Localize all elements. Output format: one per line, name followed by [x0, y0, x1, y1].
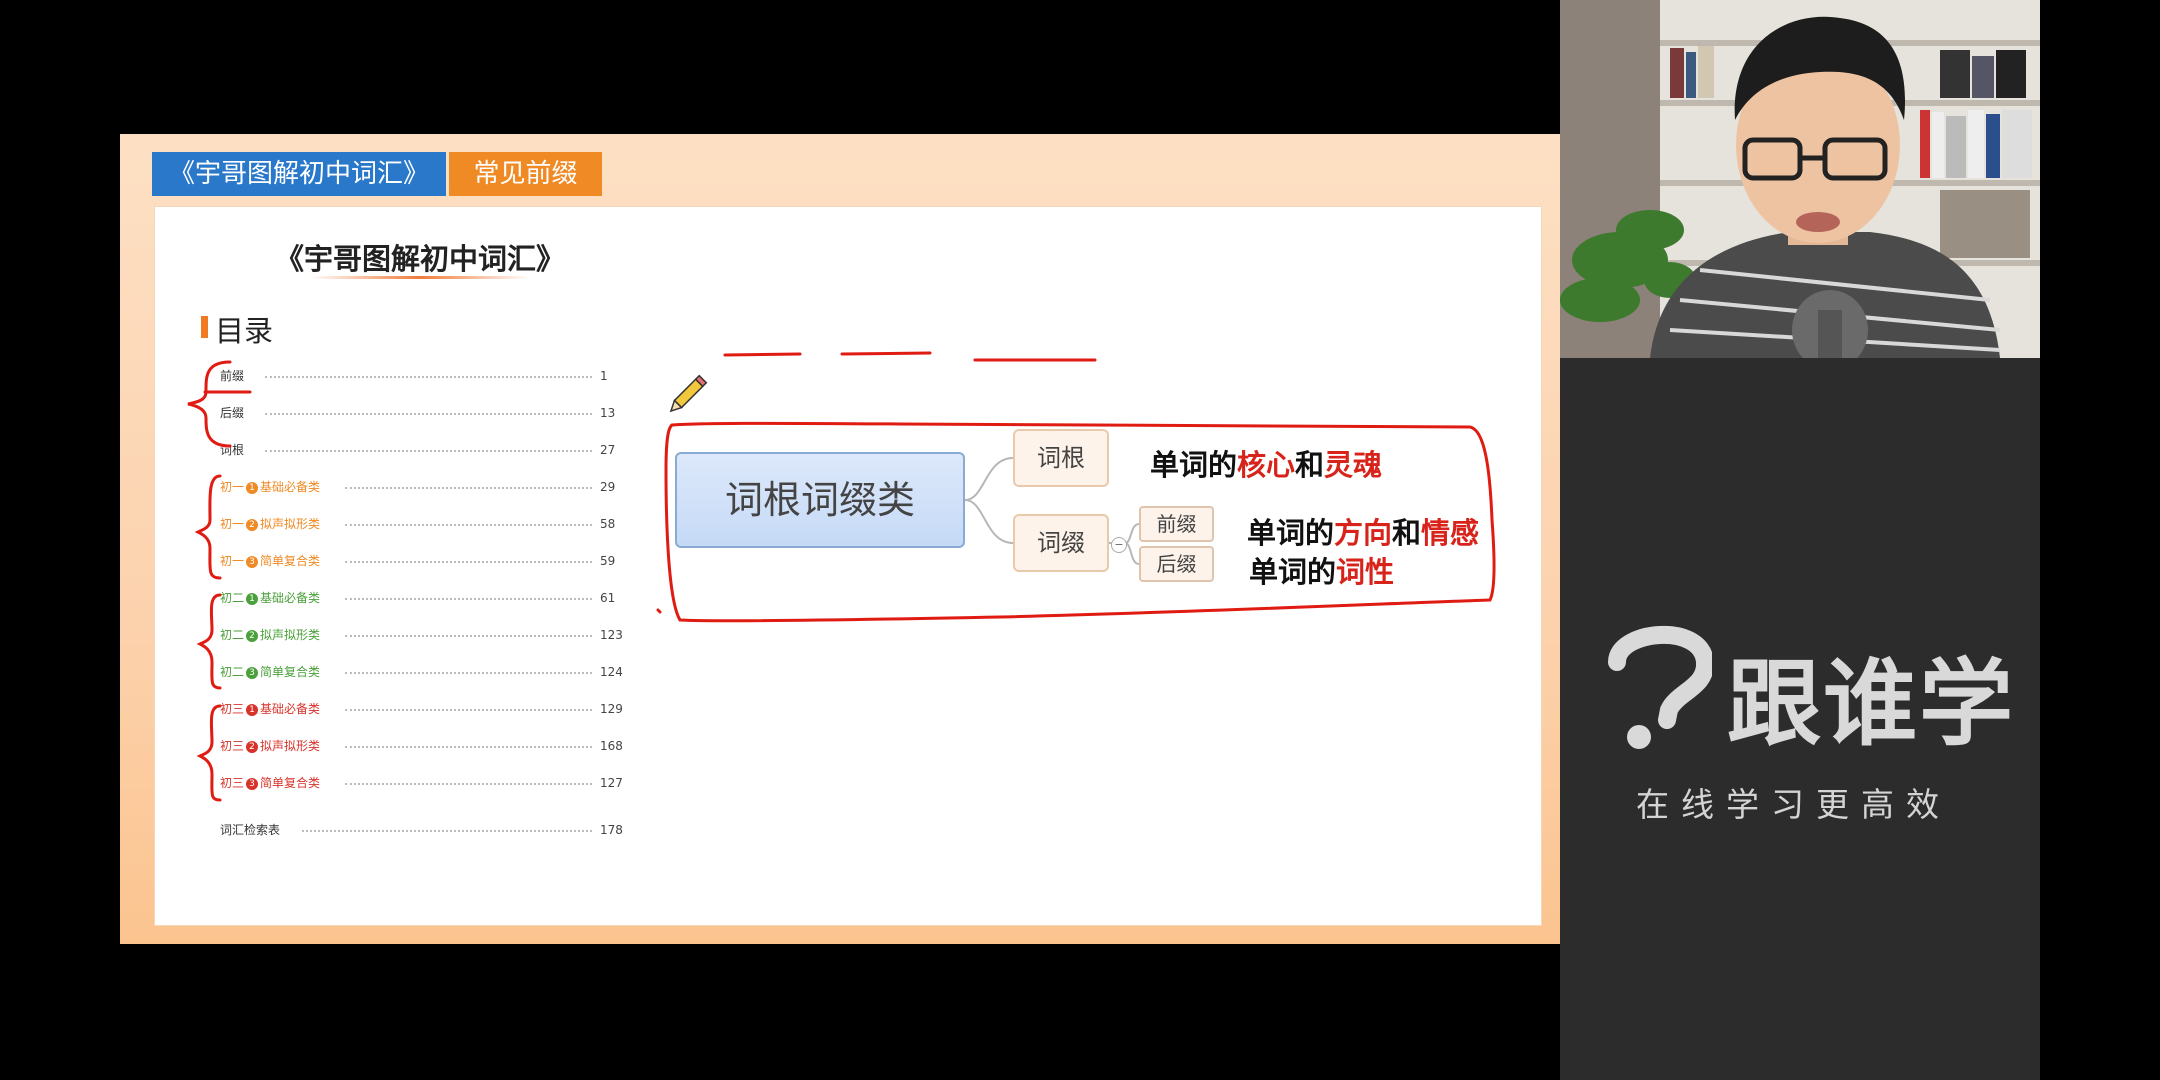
blank-line-2 [840, 351, 932, 356]
brace-grade3 [196, 704, 222, 802]
root-desc-part1: 单词的 [1150, 448, 1238, 482]
suffix-description: 单词的词性 [1249, 549, 1394, 591]
prefix-desc-highlight2: 情感 [1421, 516, 1480, 550]
prefix-desc-part1: 单词的 [1247, 516, 1335, 550]
brand-question-mark-icon [1608, 625, 1712, 749]
mindmap-suffix-node: 后缀 [1139, 546, 1214, 582]
root-desc-highlight2: 灵魂 [1324, 448, 1383, 482]
mindmap-main-node: 词根词缀类 [675, 452, 965, 548]
suffix-desc-part1: 单词的 [1249, 555, 1337, 589]
blank-line-1 [723, 352, 802, 357]
connector-main-root [964, 457, 1014, 501]
collapse-toggle[interactable]: − [1111, 537, 1127, 553]
prefix-description: 单词的方向和情感 [1247, 510, 1479, 552]
connector-main-affix [964, 499, 1014, 544]
connector-dot-prefix [1124, 523, 1140, 544]
pencil-cursor-icon [669, 374, 708, 413]
mindmap-prefix-node: 前缀 [1139, 506, 1214, 542]
brand-slogan: 在线学习更高效 [1636, 785, 1951, 824]
teacher-video-feed [1560, 0, 2040, 358]
brace-prefix-suffix [187, 360, 232, 448]
brace-grade1 [194, 474, 222, 580]
root-desc-highlight1: 核心 [1237, 448, 1296, 482]
root-description: 单词的核心和灵魂 [1150, 442, 1382, 484]
mindmap-root-node: 词根 [1013, 429, 1109, 487]
suffix-desc-highlight1: 词性 [1336, 555, 1395, 589]
root-desc-part2: 和 [1295, 448, 1325, 482]
prefix-desc-part2: 和 [1392, 516, 1422, 550]
prefix-desc-highlight1: 方向 [1334, 516, 1393, 550]
stray-mark [656, 608, 662, 614]
mindmap-affix-node: 词缀 [1013, 514, 1109, 572]
connector-dot-suffix [1124, 542, 1140, 565]
brand-name: 跟谁学 [1727, 650, 2016, 759]
brace-grade2 [196, 593, 222, 690]
